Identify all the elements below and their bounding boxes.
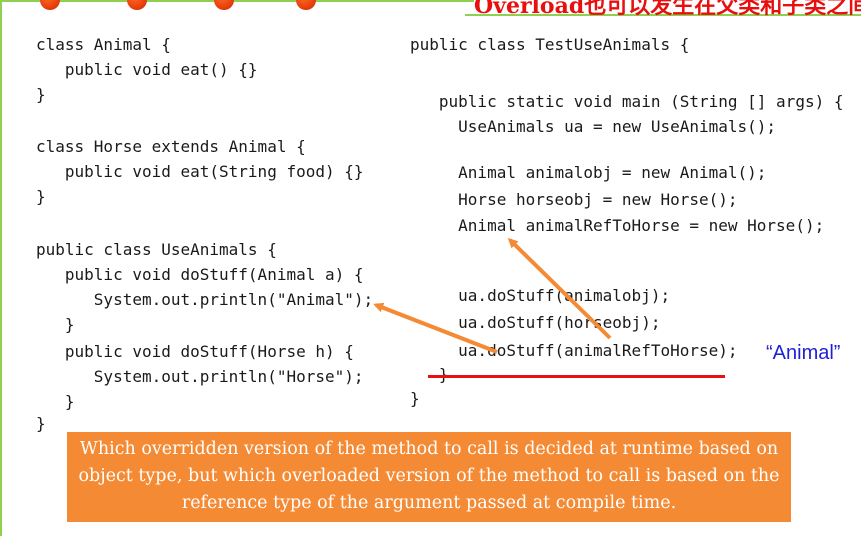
arrow-to-animal-declaration — [507, 237, 612, 340]
explanation-note: Which overridden version of the method t… — [67, 432, 791, 522]
arrow-to-dostuff-animal — [373, 302, 498, 354]
